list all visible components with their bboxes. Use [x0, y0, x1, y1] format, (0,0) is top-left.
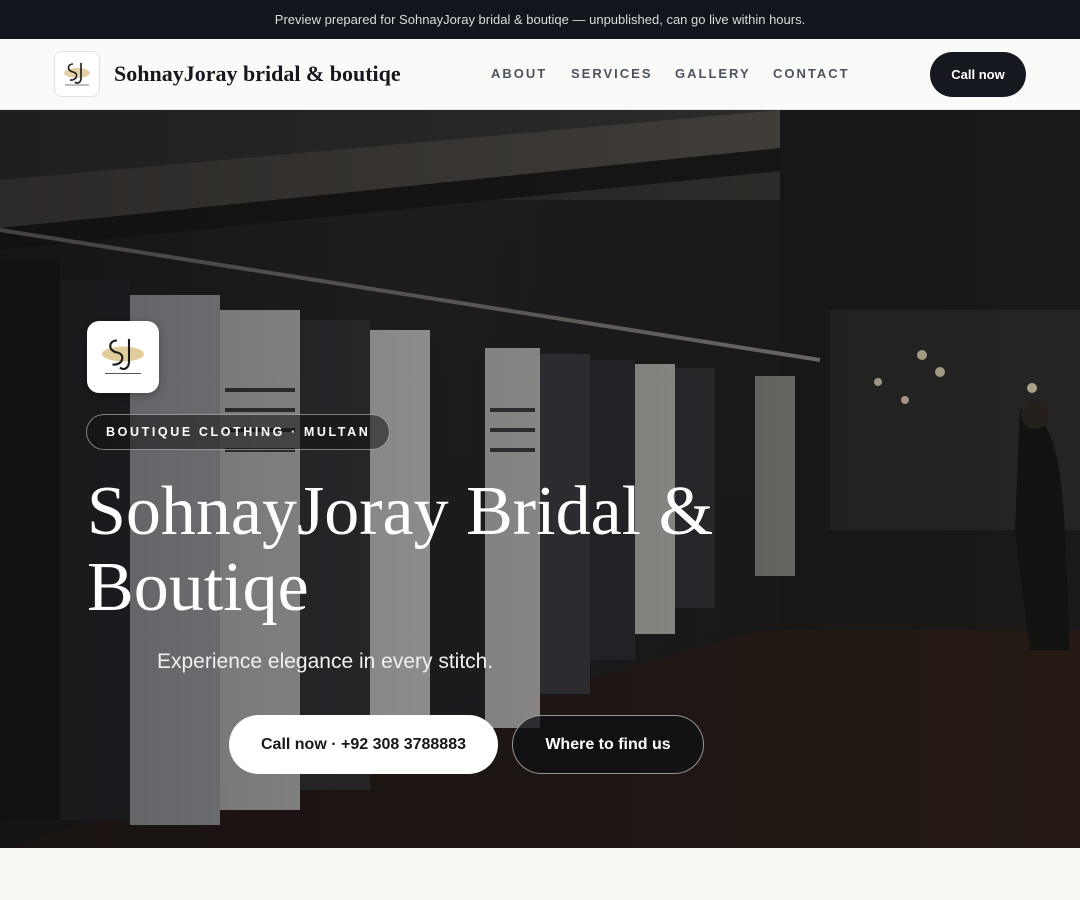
badge-text: BOUTIQUE CLOTHING · MULTAN: [106, 425, 371, 439]
category-location-badge: BOUTIQUE CLOTHING · MULTAN: [86, 414, 391, 450]
preview-banner-text: Preview prepared for SohnayJoray bridal …: [274, 12, 806, 27]
sj-monogram-icon: [64, 63, 90, 86]
brand-name[interactable]: SohnayJoray bridal & boutiqe: [114, 61, 401, 87]
nav-services[interactable]: SERVICES: [571, 66, 653, 81]
sj-monogram-icon: [102, 339, 144, 374]
header-logo[interactable]: [54, 51, 100, 97]
find-us-button[interactable]: Where to find us: [512, 715, 704, 774]
nav-contact[interactable]: CONTACT: [773, 66, 850, 81]
nav-gallery[interactable]: GALLERY: [675, 66, 751, 81]
next-section-start: [0, 848, 1080, 900]
hero-title: SohnayJoray Bridal & Boutiqe: [87, 473, 714, 626]
hero-logo: [87, 321, 159, 393]
preview-banner: Preview prepared for SohnayJoray bridal …: [0, 0, 1080, 39]
hero-subtitle: Experience elegance in every stitch.: [157, 650, 494, 673]
header-call-button[interactable]: Call now: [930, 52, 1026, 97]
hero-section: BOUTIQUE CLOTHING · MULTAN SohnayJoray B…: [0, 110, 1080, 848]
call-now-phone-button[interactable]: Call now · +92 308 3788883: [229, 715, 498, 774]
site-header: SohnayJoray bridal & boutiqe ABOUT SERVI…: [0, 39, 1080, 110]
nav-about[interactable]: ABOUT: [491, 66, 547, 81]
